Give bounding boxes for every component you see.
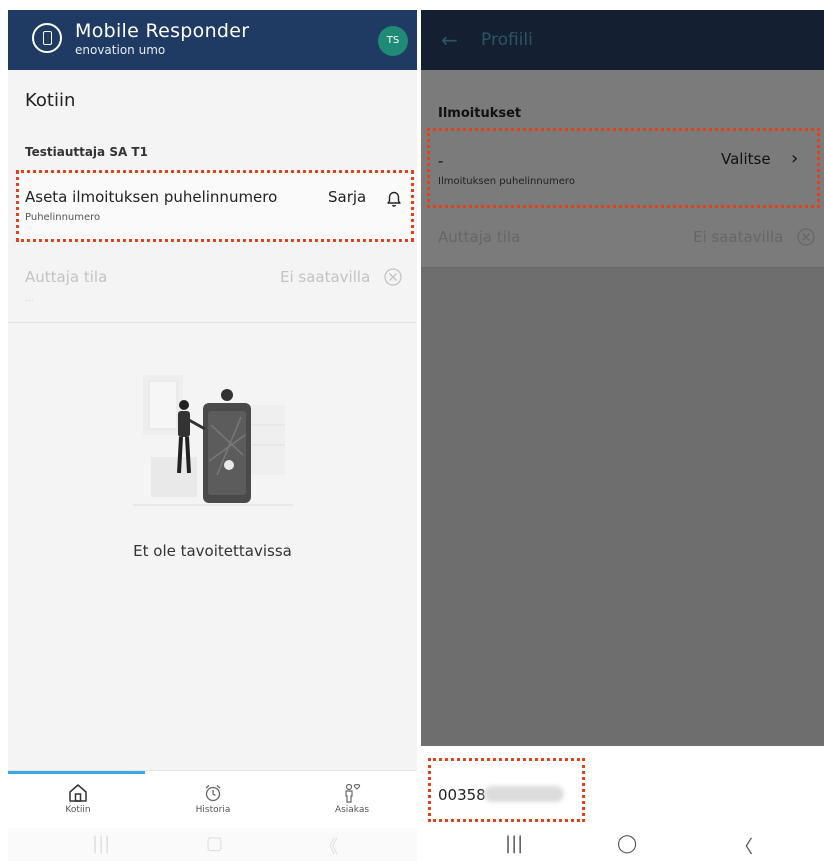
close-circle-icon	[797, 228, 815, 246]
app-header: ← Profiili	[421, 10, 824, 70]
app-logo-icon	[32, 23, 62, 53]
row-subtitle: ...	[25, 294, 34, 304]
system-back-button[interactable]: 〈	[735, 833, 753, 859]
divider	[421, 267, 824, 268]
highlight-box	[16, 170, 414, 242]
nav-label: Historia	[195, 805, 231, 815]
right-phone-screen: ← Profiili Ilmoitukset - Ilmoituksen puh…	[421, 10, 824, 861]
helper-status-row[interactable]: Auttaja tila ... Ei saatavilla	[8, 258, 417, 323]
nav-label: Asiakas	[334, 805, 370, 815]
system-home-button[interactable]: ◯	[617, 833, 637, 854]
system-navigation-bar: ||| ◯ 〈	[421, 828, 824, 861]
section-title: Testiauttaja SA T1	[25, 145, 148, 159]
person-heart-icon	[345, 783, 361, 803]
system-back-button[interactable]: 《	[320, 833, 338, 859]
brand-title: Mobile Responder	[75, 20, 250, 42]
empty-state-illustration	[133, 375, 293, 506]
row-value: Ei saatavilla	[280, 268, 371, 286]
nav-item-customer[interactable]: Asiakas	[302, 783, 402, 815]
left-phone-screen: Mobile Responder enovation umo TS Kotiin…	[8, 10, 417, 861]
row-value: Ei saatavilla	[693, 228, 784, 246]
section-title: Ilmoitukset	[438, 106, 522, 121]
recent-apps-button[interactable]: |||	[505, 833, 523, 854]
highlight-box	[427, 128, 820, 208]
nav-item-home[interactable]: Kotiin	[28, 783, 128, 815]
page-title: Kotiin	[25, 90, 76, 111]
app-header: Mobile Responder enovation umo TS	[8, 10, 417, 70]
home-icon	[69, 784, 87, 802]
user-avatar[interactable]: TS	[378, 26, 408, 56]
back-arrow-icon[interactable]: ←	[441, 28, 458, 52]
nav-label: Kotiin	[65, 805, 91, 815]
brand-subtitle: enovation umo	[75, 43, 166, 57]
nav-item-history[interactable]: Historia	[163, 783, 263, 815]
active-tab-indicator	[8, 771, 145, 774]
bottom-navigation: Kotiin Historia Asiakas	[8, 770, 417, 829]
row-title: Auttaja tila	[438, 228, 521, 246]
highlight-box	[428, 758, 585, 822]
alarm-clock-icon	[205, 785, 221, 802]
page-title: Profiili	[481, 30, 533, 50]
empty-state-text: Et ole tavoitettavissa	[133, 542, 292, 560]
row-title: Auttaja tila	[25, 268, 108, 286]
recent-apps-button[interactable]: |||	[92, 833, 110, 854]
profile-panel: Ilmoitukset - Ilmoituksen puhelinnumero …	[421, 70, 824, 268]
close-circle-icon	[384, 268, 402, 286]
system-navigation-bar: ||| ▢ 《	[8, 828, 417, 861]
system-home-button[interactable]: ▢	[206, 833, 223, 854]
